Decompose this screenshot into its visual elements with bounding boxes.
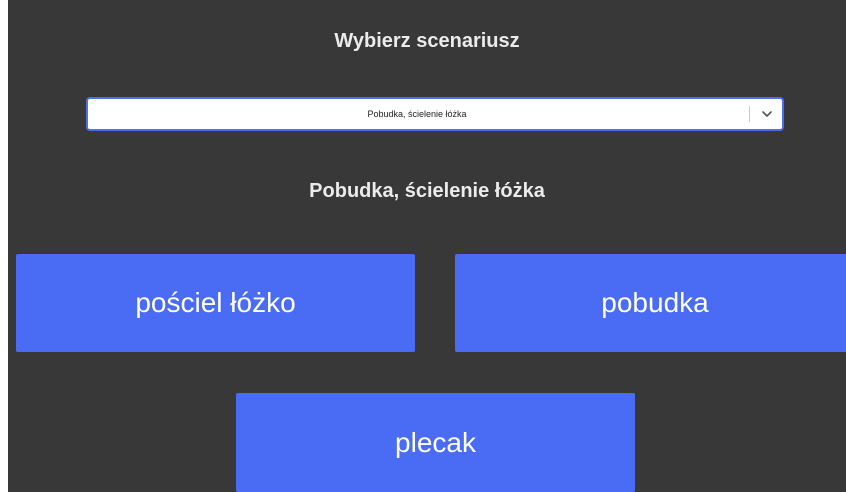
action-button-pobudka[interactable]: pobudka <box>455 254 846 352</box>
action-button-posciel-lozko[interactable]: pościel łóżko <box>16 254 415 352</box>
app-container: Wybierz scenariusz Pobudka, ścielenie łó… <box>8 0 846 492</box>
scenario-title: Pobudka, ścielenie łóżka <box>309 180 545 202</box>
scenario-select-value: Pobudka, ścielenie łóżka <box>367 109 467 119</box>
scenario-select[interactable]: Pobudka, ścielenie łóżka <box>86 97 784 131</box>
page-title: Wybierz scenariusz <box>334 30 520 52</box>
select-separator <box>749 106 750 122</box>
action-button-plecak[interactable]: plecak <box>236 393 635 492</box>
chevron-down-icon[interactable] <box>760 107 774 121</box>
